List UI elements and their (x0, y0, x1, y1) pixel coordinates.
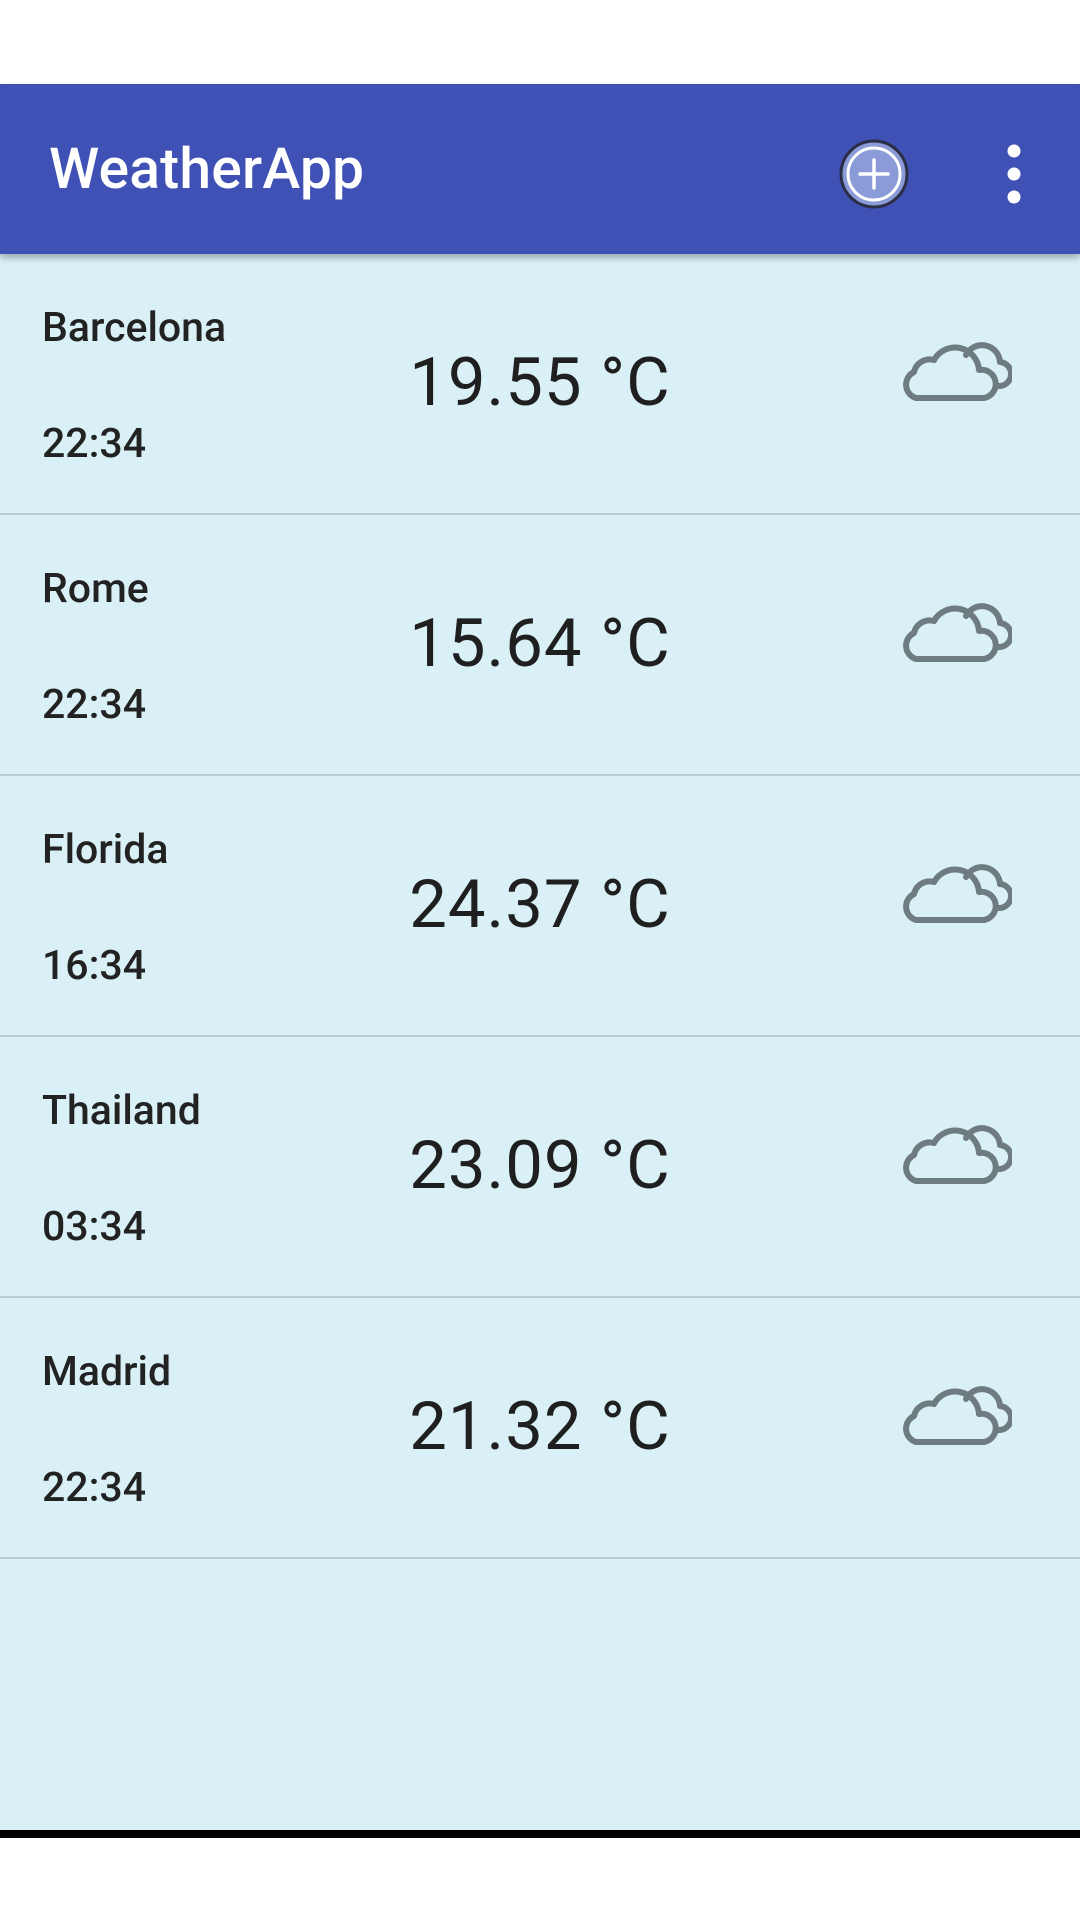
add-city-button[interactable] (836, 136, 912, 212)
cloud-icon (903, 1125, 1012, 1184)
city-row-madrid[interactable]: Madrid 22:34 21.32 °C (0, 1298, 1080, 1559)
cloud-icon (903, 864, 1012, 923)
city-row-barcelona[interactable]: Barcelona 22:34 19.55 °C (0, 254, 1080, 515)
screen-bottom-edge (0, 1830, 1080, 1838)
cloud-icon (903, 1386, 1012, 1445)
cloud-icon (903, 342, 1012, 401)
add-circle-icon (839, 139, 909, 209)
more-vert-icon (1007, 144, 1021, 204)
cloud-icon (903, 603, 1012, 662)
app-bar: WeatherApp (0, 84, 1080, 254)
city-list: Barcelona 22:34 19.55 °C Rome 22:34 15.6… (0, 254, 1080, 1830)
navigation-bar (0, 1838, 1080, 1920)
city-row-florida[interactable]: Florida 16:34 24.37 °C (0, 776, 1080, 1037)
city-row-thailand[interactable]: Thailand 03:34 23.09 °C (0, 1037, 1080, 1298)
app-title: WeatherApp (49, 135, 365, 202)
city-row-rome[interactable]: Rome 22:34 15.64 °C (0, 515, 1080, 776)
overflow-menu-button[interactable] (990, 136, 1038, 212)
status-bar (0, 0, 1080, 84)
